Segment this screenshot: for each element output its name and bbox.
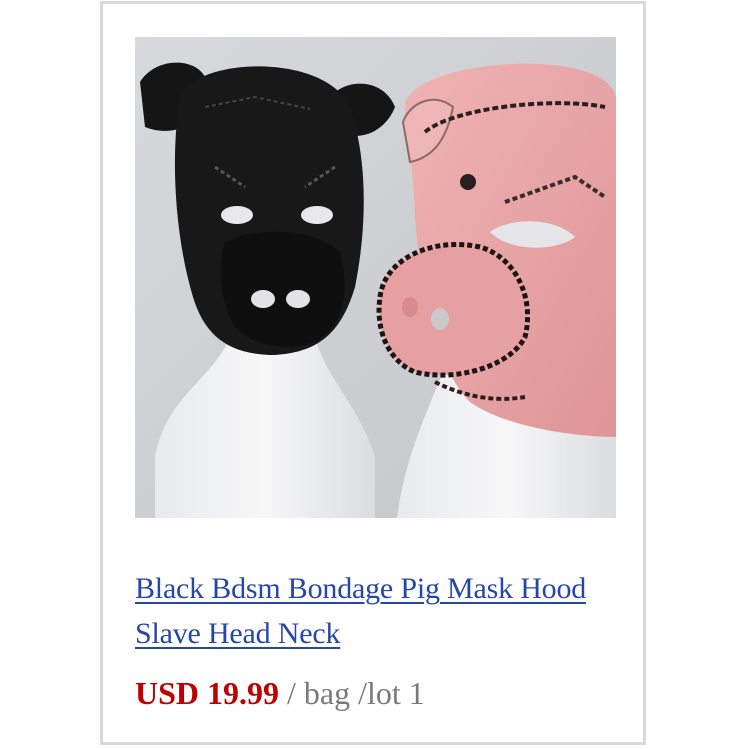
black-right-eye-hole [301, 206, 333, 224]
price-unit: / bag /lot 1 [279, 675, 425, 711]
black-right-nostril [286, 290, 310, 308]
pink-snout [376, 241, 531, 378]
pink-right-nostril [431, 308, 449, 330]
pink-button [460, 174, 476, 190]
price-row: USD 19.99 / bag /lot 1 [135, 671, 425, 715]
black-left-eye-hole [221, 206, 253, 224]
price: USD 19.99 [135, 675, 280, 711]
product-card: Black Bdsm Bondage Pig Mask Hood Slave H… [100, 1, 646, 745]
black-snout [220, 231, 345, 347]
product-photo [135, 37, 616, 518]
product-title-link[interactable]: Black Bdsm Bondage Pig Mask Hood Slave H… [135, 566, 605, 656]
product-image[interactable] [135, 37, 616, 518]
black-left-nostril [251, 290, 275, 308]
pink-left-nostril [402, 297, 418, 317]
